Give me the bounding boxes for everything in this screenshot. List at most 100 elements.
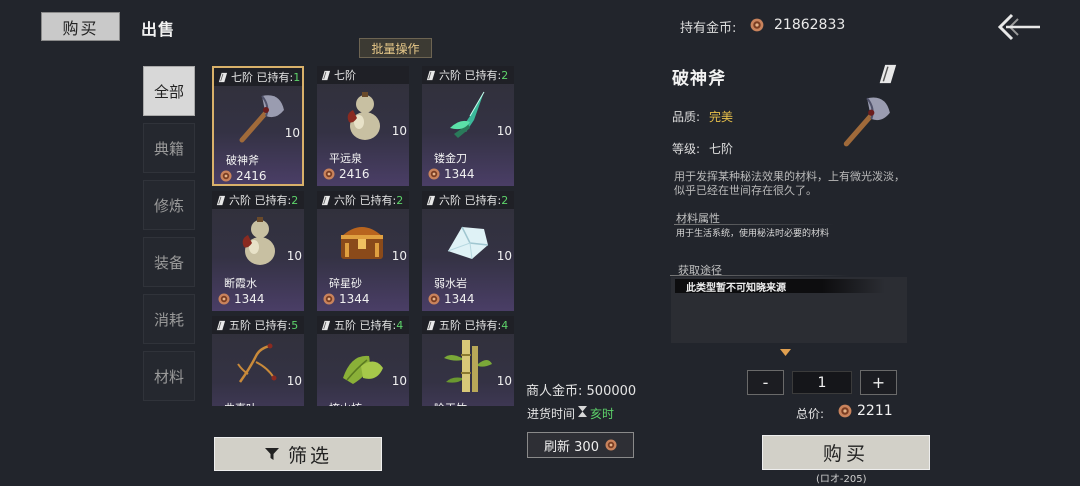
tag-icon	[425, 70, 436, 81]
item-grade: 五阶	[439, 319, 461, 332]
item-name: 弱水岩	[434, 277, 467, 290]
item-owned-count: 4	[501, 318, 509, 332]
tag-icon	[320, 320, 331, 331]
detail-item-name: 破神斧	[672, 69, 726, 89]
item-card[interactable]: 六阶 已持有: 2 10 弱水岩 1344	[422, 191, 514, 311]
source-text: 此类型暂不可知晓来源	[686, 283, 786, 294]
tag-icon	[320, 70, 331, 81]
item-name: 破神斧	[226, 154, 259, 167]
item-grade: 七阶	[334, 69, 356, 82]
item-header: 七阶	[317, 66, 409, 84]
item-name: 掩山核	[329, 400, 362, 406]
item-owned-label: 已持有:	[254, 319, 292, 332]
material-attribute-text: 用于生活系统，使用秘法时必要的材料	[676, 229, 830, 239]
item-header: 六阶 已持有: 2	[422, 66, 514, 84]
item-grade: 六阶	[439, 69, 461, 82]
item-quantity: 10	[391, 124, 407, 138]
tag-icon	[425, 320, 436, 331]
batch-operation-button[interactable]: 批量操作	[359, 38, 432, 58]
back-button[interactable]	[996, 12, 1042, 42]
item-owned-count: 2	[396, 193, 404, 207]
item-name: 镂金刀	[434, 152, 467, 165]
tab-sell[interactable]: 出售	[141, 16, 175, 40]
item-grid[interactable]: 七阶 已持有: 1 10 破神斧 2416 七阶 10 平远泉 2416 六阶 已持有: 2 10 镂…	[212, 66, 515, 406]
item-header: 五阶 已持有: 4	[422, 316, 514, 334]
chevron-down-icon[interactable]	[779, 348, 792, 357]
item-name: 曲直叶	[224, 400, 257, 406]
coin-icon	[750, 18, 764, 32]
item-owned-count: 1	[293, 70, 301, 84]
tag-icon	[217, 72, 228, 83]
branch-icon	[230, 338, 284, 394]
item-name: 平远泉	[329, 152, 362, 165]
item-card[interactable]: 六阶 已持有: 2 10 断霞水 1344	[212, 191, 304, 311]
item-card[interactable]: 七阶 已持有: 1 10 破神斧 2416	[212, 66, 304, 186]
item-card[interactable]: 七阶 10 平远泉 2416	[317, 66, 409, 186]
item-quantity: 10	[391, 374, 407, 388]
refresh-button[interactable]: 刷新 300	[527, 432, 634, 458]
category-tab[interactable]: 全部	[143, 66, 195, 116]
tag-icon	[876, 63, 898, 85]
quantity-decrease-button[interactable]: -	[747, 370, 784, 395]
buy-button[interactable]: 购买	[762, 435, 930, 470]
item-price: 2416	[339, 167, 370, 181]
item-header: 六阶 已持有: 2	[317, 191, 409, 209]
item-grade: 六阶	[229, 194, 251, 207]
axe-icon	[232, 90, 286, 146]
category-tab[interactable]: 典籍	[143, 123, 195, 173]
restock-time-label: 进货时间	[527, 407, 576, 421]
tag-icon	[215, 195, 226, 206]
item-header: 五阶 已持有: 5	[212, 316, 304, 334]
quantity-input[interactable]: 1	[792, 371, 852, 394]
category-tab[interactable]: 材料	[143, 351, 195, 401]
item-card[interactable]: 六阶 已持有: 2 10 碎星砂 1344	[317, 191, 409, 311]
item-grade: 六阶	[439, 194, 461, 207]
total-price-value: 2211	[857, 403, 893, 419]
axe-icon	[832, 92, 896, 150]
detail-description: 用于发挥某种秘法效果的材料，上有微光泼淡，似乎已经在世间存在很久了。	[674, 170, 905, 197]
tag-icon	[320, 195, 331, 206]
category-tab[interactable]: 修炼	[143, 180, 195, 230]
filter-label: 筛选	[287, 444, 332, 467]
item-header: 五阶 已持有: 4	[317, 316, 409, 334]
item-header: 七阶 已持有: 1	[214, 68, 302, 86]
filter-button[interactable]: 筛选	[214, 437, 382, 471]
item-card[interactable]: 五阶 已持有:4 10 睑玉竹	[422, 316, 514, 406]
item-owned-label: 已持有:	[464, 194, 502, 207]
coin-icon	[323, 293, 335, 305]
item-grade: 五阶	[334, 319, 356, 332]
green-seed-icon	[335, 338, 389, 394]
item-owned-label: 已持有:	[464, 319, 502, 332]
bamboo-icon	[440, 338, 494, 394]
item-quantity: 10	[286, 249, 302, 263]
tab-buy[interactable]: 购买	[41, 12, 120, 41]
quantity-increase-button[interactable]: +	[860, 370, 897, 395]
divider	[674, 224, 834, 225]
item-quantity: 10	[286, 374, 302, 388]
coin-icon	[323, 168, 335, 180]
detail-quality-label: 品质:	[672, 110, 701, 124]
gourd-icon	[230, 213, 284, 269]
item-card[interactable]: 五阶 已持有:5 10 曲直叶	[212, 316, 304, 406]
item-quantity: 10	[496, 374, 512, 388]
item-card[interactable]: 六阶 已持有: 2 10 镂金刀 1344	[422, 66, 514, 186]
item-quantity: 10	[496, 249, 512, 263]
item-owned-label: 已持有:	[256, 71, 294, 84]
item-card[interactable]: 五阶 已持有:4 10 掩山核	[317, 316, 409, 406]
restock-time-value: 亥时	[590, 407, 615, 421]
player-gold-label: 持有金币:	[680, 21, 737, 36]
back-arrow-icon	[997, 13, 1040, 41]
filter-icon	[264, 448, 279, 460]
item-owned-label: 已持有:	[464, 69, 502, 82]
coin-icon	[605, 439, 617, 451]
tag-icon	[425, 195, 436, 206]
category-tab[interactable]: 消耗	[143, 294, 195, 344]
item-price: 1344	[444, 167, 475, 181]
item-owned-label: 已持有:	[254, 194, 292, 207]
item-owned-count: 2	[291, 193, 299, 207]
item-grade: 六阶	[334, 194, 356, 207]
category-tab[interactable]: 装备	[143, 237, 195, 287]
refresh-label: 刷新 300	[544, 439, 599, 455]
player-gold-value: 21862833	[774, 17, 846, 33]
item-quantity: 10	[496, 124, 512, 138]
